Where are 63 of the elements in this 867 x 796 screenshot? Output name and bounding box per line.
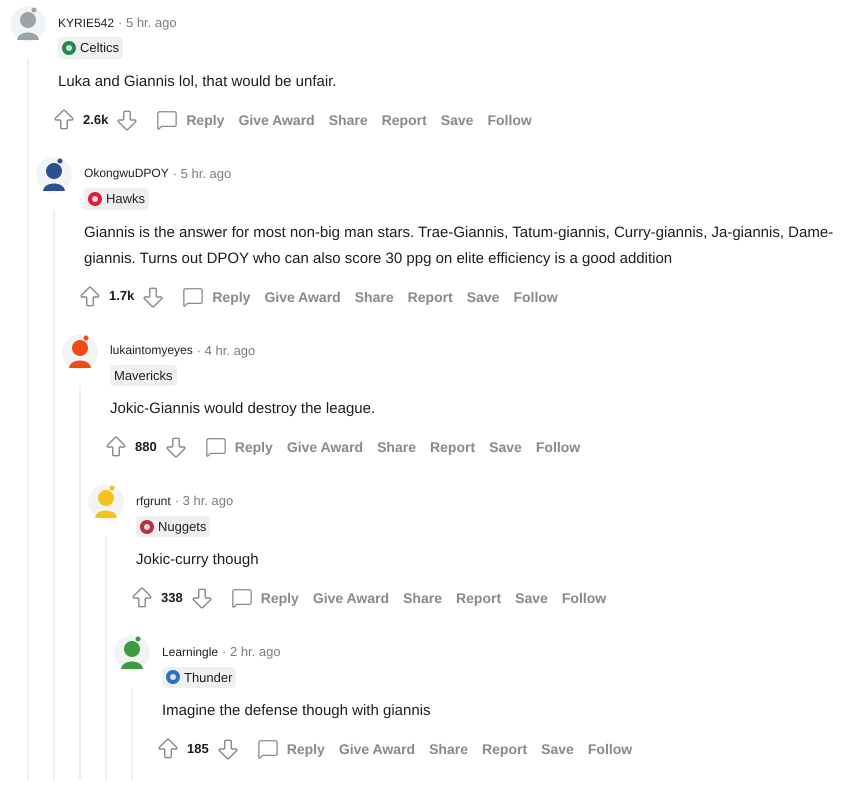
action-button[interactable]: Reply (176, 282, 256, 312)
comment-icon (204, 436, 227, 458)
comment-icon (230, 587, 253, 610)
comment-body: Jokic-Giannis would destroy the league. (109, 399, 376, 420)
user-flair: Nuggets (136, 516, 210, 538)
action-button[interactable]: Follow (507, 282, 564, 311)
action-button[interactable]: Reply (224, 583, 305, 614)
action-button[interactable]: Follow (556, 584, 612, 612)
action-button[interactable]: Save (535, 735, 580, 764)
user-flair: Hawks (84, 188, 150, 210)
action-button[interactable]: Save (434, 106, 480, 134)
comment-icon (182, 286, 204, 308)
vote-count: 185 (186, 740, 210, 758)
username[interactable]: OkongwuDPOY (84, 165, 169, 182)
vote-count: 2.6k (82, 110, 110, 129)
comment-body: Jokic-curry though (135, 550, 260, 570)
action-button[interactable]: Reply (250, 734, 331, 764)
action-button[interactable]: Save (460, 282, 506, 311)
action-button[interactable]: Save (483, 433, 528, 462)
timestamp[interactable]: · 4 hr. ago (196, 342, 256, 359)
action-button[interactable]: Share (397, 584, 448, 612)
action-button[interactable]: Share (371, 433, 422, 462)
action-button[interactable]: Follow (582, 735, 638, 764)
vote-count: 880 (134, 438, 158, 456)
action-button[interactable]: Share (322, 106, 374, 134)
username[interactable]: KYRIE542 (58, 14, 114, 31)
timestamp[interactable]: · 5 hr. ago (118, 14, 177, 32)
action-button[interactable]: Share (423, 735, 474, 764)
action-button[interactable]: Follow (530, 433, 586, 462)
comment-icon (256, 738, 279, 760)
action-button[interactable]: Reply (150, 104, 230, 135)
action-button[interactable]: Give Award (258, 282, 347, 311)
user-flair: Celtics (58, 37, 124, 59)
action-button[interactable]: Give Award (280, 433, 370, 462)
action-button[interactable]: Report (424, 433, 482, 462)
action-button[interactable]: Give Award (232, 106, 321, 134)
username[interactable]: rfgrunt (136, 493, 171, 510)
avatar-icon[interactable] (62, 334, 98, 370)
user-flair: Mavericks (110, 364, 177, 386)
action-button[interactable]: Follow (481, 106, 538, 134)
action-button[interactable]: Report (450, 584, 508, 612)
comment-icon (156, 108, 178, 131)
vote-count: 338 (160, 589, 184, 608)
action-button[interactable]: Reply (198, 432, 279, 462)
username[interactable]: Learningle (162, 644, 218, 660)
action-button[interactable]: Give Award (306, 584, 396, 612)
timestamp[interactable]: · 5 hr. ago (172, 164, 232, 182)
action-button[interactable]: Save (509, 584, 554, 612)
avatar-icon[interactable] (114, 635, 150, 672)
avatar-icon[interactable] (36, 156, 72, 193)
comment-body: Imagine the defense though with giannis (161, 701, 432, 722)
username[interactable]: lukaintomyeyes (110, 342, 193, 358)
user-flair: Thunder (162, 666, 236, 688)
action-button[interactable]: Share (348, 282, 400, 311)
comment-body: Giannis is the answer for most non-big man stars. Trae-Giannis, Tatum-giannis, Curry-giannis, Ja-giannis, Dame-giannis. Turns out DPOY who can also score 30 ppg on elite efficiency is a good addition (83, 222, 834, 269)
action-button[interactable]: Give Award (332, 735, 422, 764)
timestamp[interactable]: · 2 hr. ago (222, 643, 281, 661)
action-button[interactable]: Report (476, 735, 534, 764)
timestamp[interactable]: · 3 hr. ago (174, 492, 234, 510)
action-button[interactable]: Report (376, 106, 433, 134)
comment-body: Luka and Giannis lol, that would be unfair. (57, 72, 338, 92)
action-button[interactable]: Report (402, 282, 459, 311)
vote-count: 1.7k (108, 287, 136, 306)
